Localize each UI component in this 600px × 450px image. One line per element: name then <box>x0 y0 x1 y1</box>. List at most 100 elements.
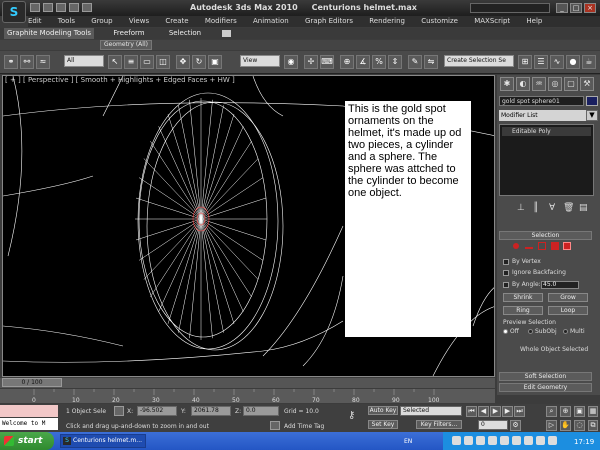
move-icon[interactable]: ✥ <box>176 55 190 69</box>
go-to-start-icon[interactable]: ⏮ <box>466 406 477 417</box>
field-of-view-icon[interactable]: ▷ <box>546 420 557 431</box>
menu-rendering[interactable]: Rendering <box>369 16 405 27</box>
edit-geometry-rollout-header[interactable]: Edit Geometry <box>499 383 592 392</box>
previous-frame-icon[interactable]: ◀ <box>478 406 489 417</box>
y-coordinate-field[interactable]: 2061.78 <box>191 406 231 416</box>
tray-icon[interactable] <box>536 436 545 445</box>
menu-maxscript[interactable]: MAXScript <box>474 16 510 27</box>
edit-named-selection-icon[interactable]: ✎ <box>408 55 422 69</box>
utilities-tab-icon[interactable]: ⚒ <box>580 77 594 91</box>
select-and-link-icon[interactable]: ⚭ <box>4 55 18 69</box>
select-object-icon[interactable]: ↖ <box>108 55 122 69</box>
edge-icon[interactable] <box>525 243 533 249</box>
angle-value-field[interactable]: 45.0 <box>541 281 579 289</box>
soft-selection-rollout-header[interactable]: Soft Selection <box>499 372 592 381</box>
tray-icon[interactable] <box>512 436 521 445</box>
save-file-icon[interactable] <box>56 3 66 12</box>
rotate-icon[interactable]: ↻ <box>192 55 206 69</box>
window-crossing-icon[interactable]: ◫ <box>156 55 170 69</box>
object-name-field[interactable]: gold spot sphere01 <box>499 96 584 106</box>
tray-icon[interactable] <box>464 436 473 445</box>
bind-space-warp-icon[interactable]: ≈ <box>36 55 50 69</box>
tab-graphite-modeling-tools[interactable]: Graphite Modeling Tools <box>4 28 94 39</box>
maximize-button[interactable]: □ <box>570 3 582 13</box>
menu-help[interactable]: Help <box>526 16 542 27</box>
clock[interactable]: 17:19 <box>574 438 594 446</box>
maximize-viewport-icon[interactable]: ⧉ <box>588 420 598 431</box>
menu-customize[interactable]: Customize <box>421 16 458 27</box>
loop-button[interactable]: Loop <box>548 306 588 315</box>
hierarchy-tab-icon[interactable]: ♒ <box>532 77 546 91</box>
tray-icon[interactable] <box>524 436 533 445</box>
reference-coordinate-dropdown[interactable]: View <box>240 55 280 67</box>
open-file-icon[interactable] <box>43 3 53 12</box>
curve-editor-icon[interactable]: ∿ <box>550 55 564 69</box>
app-logo-icon[interactable]: S <box>2 1 26 23</box>
minimize-button[interactable]: _ <box>556 3 568 13</box>
selection-rollout-header[interactable]: Selection <box>499 231 592 240</box>
infocenter-search[interactable] <box>470 3 550 13</box>
menu-group[interactable]: Group <box>91 16 112 27</box>
stack-item-editable-poly[interactable]: Editable Poly <box>502 127 591 136</box>
menu-graph-editors[interactable]: Graph Editors <box>305 16 353 27</box>
snaps-toggle-icon[interactable]: ⊕ <box>340 55 354 69</box>
selection-filter-dropdown[interactable]: All <box>64 55 104 67</box>
select-manipulate-icon[interactable]: ✢ <box>304 55 318 69</box>
time-slider[interactable]: 0 / 100 <box>2 378 62 387</box>
zoom-extents-icon[interactable]: ▣ <box>574 406 585 417</box>
set-key-button[interactable]: Set Key <box>368 420 398 429</box>
element-icon[interactable] <box>563 242 571 250</box>
welcome-text[interactable]: Welcome to M <box>0 418 58 430</box>
create-tab-icon[interactable]: ✱ <box>500 77 514 91</box>
zoom-all-icon[interactable]: ⊕ <box>560 406 571 417</box>
new-file-icon[interactable] <box>30 3 40 12</box>
remove-modifier-icon[interactable]: 🗑 <box>563 203 574 213</box>
menu-views[interactable]: Views <box>129 16 149 27</box>
ring-button[interactable]: Ring <box>503 306 543 315</box>
preview-off-radio[interactable] <box>503 329 508 334</box>
auto-key-button[interactable]: Auto Key <box>368 406 398 415</box>
grow-button[interactable]: Grow <box>548 293 588 302</box>
key-filters-button[interactable]: Key Filters... <box>416 420 462 429</box>
keyboard-shortcut-icon[interactable]: ⌨ <box>320 55 334 69</box>
close-button[interactable]: × <box>584 3 596 13</box>
taskbar-item-3dsmax[interactable]: Centurions helmet.m... <box>60 434 146 448</box>
undo-icon[interactable] <box>69 3 79 12</box>
align-icon[interactable]: ⊞ <box>518 55 532 69</box>
pin-stack-icon[interactable]: ⊥ <box>517 203 525 213</box>
ribbon-minimize-icon[interactable] <box>222 30 231 37</box>
key-icon[interactable]: ⚷ <box>348 410 355 421</box>
zoom-icon[interactable]: ⌕ <box>546 406 557 417</box>
configure-modifier-sets-icon[interactable]: ▤ <box>579 203 588 213</box>
shrink-button[interactable]: Shrink <box>503 293 543 302</box>
ignore-backfacing-checkbox[interactable] <box>503 270 509 276</box>
angle-snap-icon[interactable]: ∡ <box>356 55 370 69</box>
scale-icon[interactable]: ▣ <box>208 55 222 69</box>
viewport-label[interactable]: [ + ] [ Perspective ] [ Smooth + Highlig… <box>5 76 235 84</box>
zoom-extents-all-icon[interactable]: ▦ <box>588 406 598 417</box>
by-vertex-checkbox[interactable] <box>503 259 509 265</box>
chevron-down-icon[interactable]: ▼ <box>586 110 598 121</box>
pan-icon[interactable]: ✋ <box>560 420 571 431</box>
tray-icon[interactable] <box>452 436 461 445</box>
display-tab-icon[interactable]: ▢ <box>564 77 578 91</box>
border-icon[interactable] <box>538 242 546 250</box>
next-frame-icon[interactable]: ▶ <box>502 406 513 417</box>
tab-geometry-all[interactable]: Geometry (All) <box>100 40 152 50</box>
object-color-swatch[interactable] <box>586 96 598 106</box>
spinner-snap-icon[interactable]: ⇕ <box>388 55 402 69</box>
show-end-result-icon[interactable]: ║ <box>533 203 538 213</box>
current-frame-field[interactable]: 0 <box>478 420 508 430</box>
by-angle-checkbox[interactable] <box>503 282 509 288</box>
go-to-end-icon[interactable]: ⏭ <box>514 406 525 417</box>
menu-create[interactable]: Create <box>165 16 188 27</box>
z-coordinate-field[interactable]: 0.0 <box>243 406 279 416</box>
render-icon[interactable]: ☕ <box>582 55 596 69</box>
redo-icon[interactable] <box>82 3 92 12</box>
preview-multi-radio[interactable] <box>563 329 568 334</box>
preview-subobj-radio[interactable] <box>528 329 533 334</box>
motion-tab-icon[interactable]: ◎ <box>548 77 562 91</box>
tray-icon[interactable] <box>488 436 497 445</box>
percent-snap-icon[interactable]: % <box>372 55 386 69</box>
pivot-center-icon[interactable]: ◉ <box>284 55 298 69</box>
